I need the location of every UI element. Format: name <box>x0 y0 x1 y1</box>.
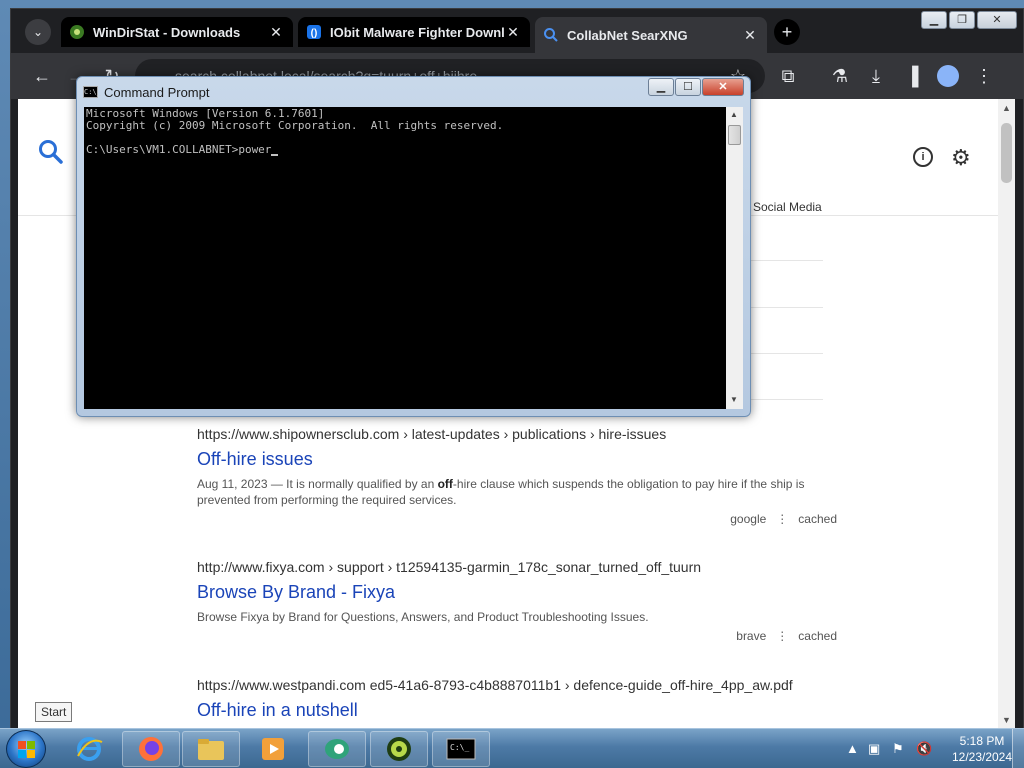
searxng-favicon-icon <box>543 27 559 43</box>
windows-logo-icon <box>18 741 36 759</box>
start-button[interactable] <box>6 730 46 768</box>
cmd-app-icon: C:\_ <box>83 86 101 98</box>
scroll-up-icon[interactable]: ▲ <box>1002 103 1011 113</box>
result-actions: brave ⋮ cached <box>197 629 837 643</box>
taskbar-clock[interactable]: 5:18 PM 12/23/2024 <box>942 733 1022 765</box>
cmd-window-controls: ▁ ☐ ✕ <box>647 78 744 96</box>
scroll-down-icon[interactable]: ▼ <box>730 395 738 404</box>
result-engine: google <box>730 512 767 526</box>
tab-close-icon[interactable]: ✕ <box>504 24 522 41</box>
tab-windirstat[interactable]: WinDirStat - Downloads ✕ <box>61 17 293 47</box>
show-hidden-icons-icon[interactable]: ▲ <box>846 741 859 756</box>
page-scrollbar[interactable]: ▲ ▼ <box>998 99 1015 729</box>
result-title-link[interactable]: Off-hire in a nutshell <box>197 700 837 721</box>
tab-search-dropdown-icon[interactable]: ⌄ <box>25 19 51 45</box>
more-options-icon[interactable]: ⋮ <box>776 629 788 643</box>
info-icon[interactable]: i <box>913 147 933 167</box>
result-snippet: Browse Fixya by Brand for Questions, Ans… <box>197 610 649 624</box>
download-icon[interactable]: ⤓ <box>865 65 887 87</box>
tab-title: IObit Malware Fighter Downlo <box>330 24 504 40</box>
console-prompt-line: C:\Users\VM1.COLLABNET>power <box>86 144 724 156</box>
taskbar-app-button[interactable] <box>308 731 366 767</box>
search-result: https://www.shipownersclub.com › latest-… <box>197 426 837 526</box>
internet-explorer-icon <box>77 737 103 761</box>
cmd-minimize-button[interactable]: ▁ <box>648 78 674 96</box>
cmd-maximize-button[interactable]: ☐ <box>675 78 701 96</box>
search-icon[interactable] <box>38 139 64 165</box>
taskbar-windirstat-button[interactable] <box>370 731 428 767</box>
profile-avatar-icon[interactable] <box>937 65 959 87</box>
back-arrow-icon[interactable]: ← <box>31 65 53 87</box>
taskbar-firefox-button[interactable] <box>122 731 180 767</box>
extensions-icon[interactable]: ⧉ <box>777 65 799 87</box>
iobit-favicon-icon: () <box>306 24 322 40</box>
scroll-thumb[interactable] <box>728 125 741 145</box>
svg-text:(): () <box>311 28 318 39</box>
taskbar-explorer-button[interactable] <box>182 731 240 767</box>
folder-icon <box>198 739 224 760</box>
cmd-titlebar[interactable]: C:\_ Command Prompt <box>83 82 209 102</box>
network-icon[interactable]: ▣ <box>868 741 880 757</box>
action-center-flag-icon[interactable]: ⚑ <box>892 741 904 757</box>
new-tab-button[interactable]: + <box>774 19 800 45</box>
scroll-down-icon[interactable]: ▼ <box>1002 715 1011 725</box>
console-line: Copyright (c) 2009 Microsoft Corporation… <box>86 119 504 132</box>
browser-window-controls: ▁ ❐ ✕ <box>919 11 1017 29</box>
taskbar-cmd-button[interactable]: C:\_ <box>432 731 490 767</box>
result-title-link[interactable]: Browse By Brand - Fixya <box>197 582 837 603</box>
tab-strip: ⌄ WinDirStat - Downloads ✕ () IObit Malw… <box>11 9 1023 53</box>
clock-time: 5:18 PM <box>959 734 1005 748</box>
minimize-button[interactable]: ▁ <box>921 11 947 29</box>
windirstat-favicon-icon <box>69 24 85 40</box>
scroll-thumb[interactable] <box>1001 123 1012 183</box>
cached-link[interactable]: cached <box>798 629 837 643</box>
close-window-button[interactable]: ✕ <box>977 11 1017 29</box>
clock-date: 12/23/2024 <box>951 750 1013 764</box>
tab-iobit[interactable]: () IObit Malware Fighter Downlo ✕ <box>298 17 530 47</box>
text-cursor <box>271 146 279 156</box>
preferences-gear-icon[interactable]: ⚙ <box>951 145 971 171</box>
green-fish-app-icon <box>325 739 349 759</box>
svg-text:C:\_: C:\_ <box>450 743 469 752</box>
tab-close-icon[interactable]: ✕ <box>267 24 285 41</box>
tab-title: CollabNet SearXNG <box>567 27 688 43</box>
cmd-title-text: Command Prompt <box>104 84 210 100</box>
result-url[interactable]: https://www.shipownersclub.com › latest-… <box>197 426 837 442</box>
volume-muted-icon[interactable]: 🔇 <box>916 741 932 757</box>
cmd-close-button[interactable]: ✕ <box>702 78 744 96</box>
start-tooltip: Start <box>35 702 73 722</box>
maximize-button[interactable]: ❐ <box>949 11 975 29</box>
side-panel-icon[interactable]: ▐ <box>901 65 923 87</box>
tab-collabnet-searxng[interactable]: CollabNet SearXNG ✕ <box>535 17 767 53</box>
result-engine: brave <box>736 629 767 643</box>
result-title-link[interactable]: Off-hire issues <box>197 449 837 470</box>
result-actions: google ⋮ cached <box>197 512 837 526</box>
taskbar-ie-button[interactable] <box>60 731 118 767</box>
more-options-icon[interactable]: ⋮ <box>776 512 788 526</box>
firefox-icon <box>139 737 163 761</box>
cmd-scrollbar[interactable]: ▲ ▼ <box>726 107 743 409</box>
show-desktop-button[interactable] <box>1012 729 1024 768</box>
menu-kebab-icon[interactable]: ⋮ <box>973 65 995 87</box>
taskbar-media-button[interactable] <box>244 731 302 767</box>
cached-link[interactable]: cached <box>798 512 837 526</box>
command-prompt-icon: C:\_ <box>446 738 476 760</box>
result-url[interactable]: http://www.fixya.com › support › t125941… <box>197 559 837 575</box>
labs-flask-icon[interactable]: ⚗ <box>829 65 851 87</box>
result-snippet: Aug 11, 2023 — It is normally qualified … <box>197 477 805 507</box>
media-player-icon <box>262 738 284 760</box>
command-prompt-window[interactable]: C:\_ Command Prompt ▁ ☐ ✕ Microsoft Wind… <box>76 76 751 417</box>
cmd-console[interactable]: Microsoft Windows [Version 6.1.7601] Copy… <box>84 107 726 409</box>
category-tab-social-media[interactable]: Social Media <box>753 200 822 214</box>
search-result: http://www.fixya.com › support › t125941… <box>197 559 837 643</box>
tab-title: WinDirStat - Downloads <box>93 24 241 40</box>
result-url[interactable]: https://www.westpandi.com ed5-41a6-8793-… <box>197 677 837 693</box>
tab-close-icon[interactable]: ✕ <box>741 27 759 44</box>
windirstat-icon <box>387 737 411 761</box>
search-result: https://www.westpandi.com ed5-41a6-8793-… <box>197 677 837 721</box>
taskbar: C:\_ ▲ ▣ ⚑ 🔇 5:18 PM 12/23/2024 <box>0 728 1024 768</box>
system-tray: ▲ ▣ ⚑ 🔇 5:18 PM 12/23/2024 <box>840 729 1024 768</box>
scroll-up-icon[interactable]: ▲ <box>730 110 738 119</box>
